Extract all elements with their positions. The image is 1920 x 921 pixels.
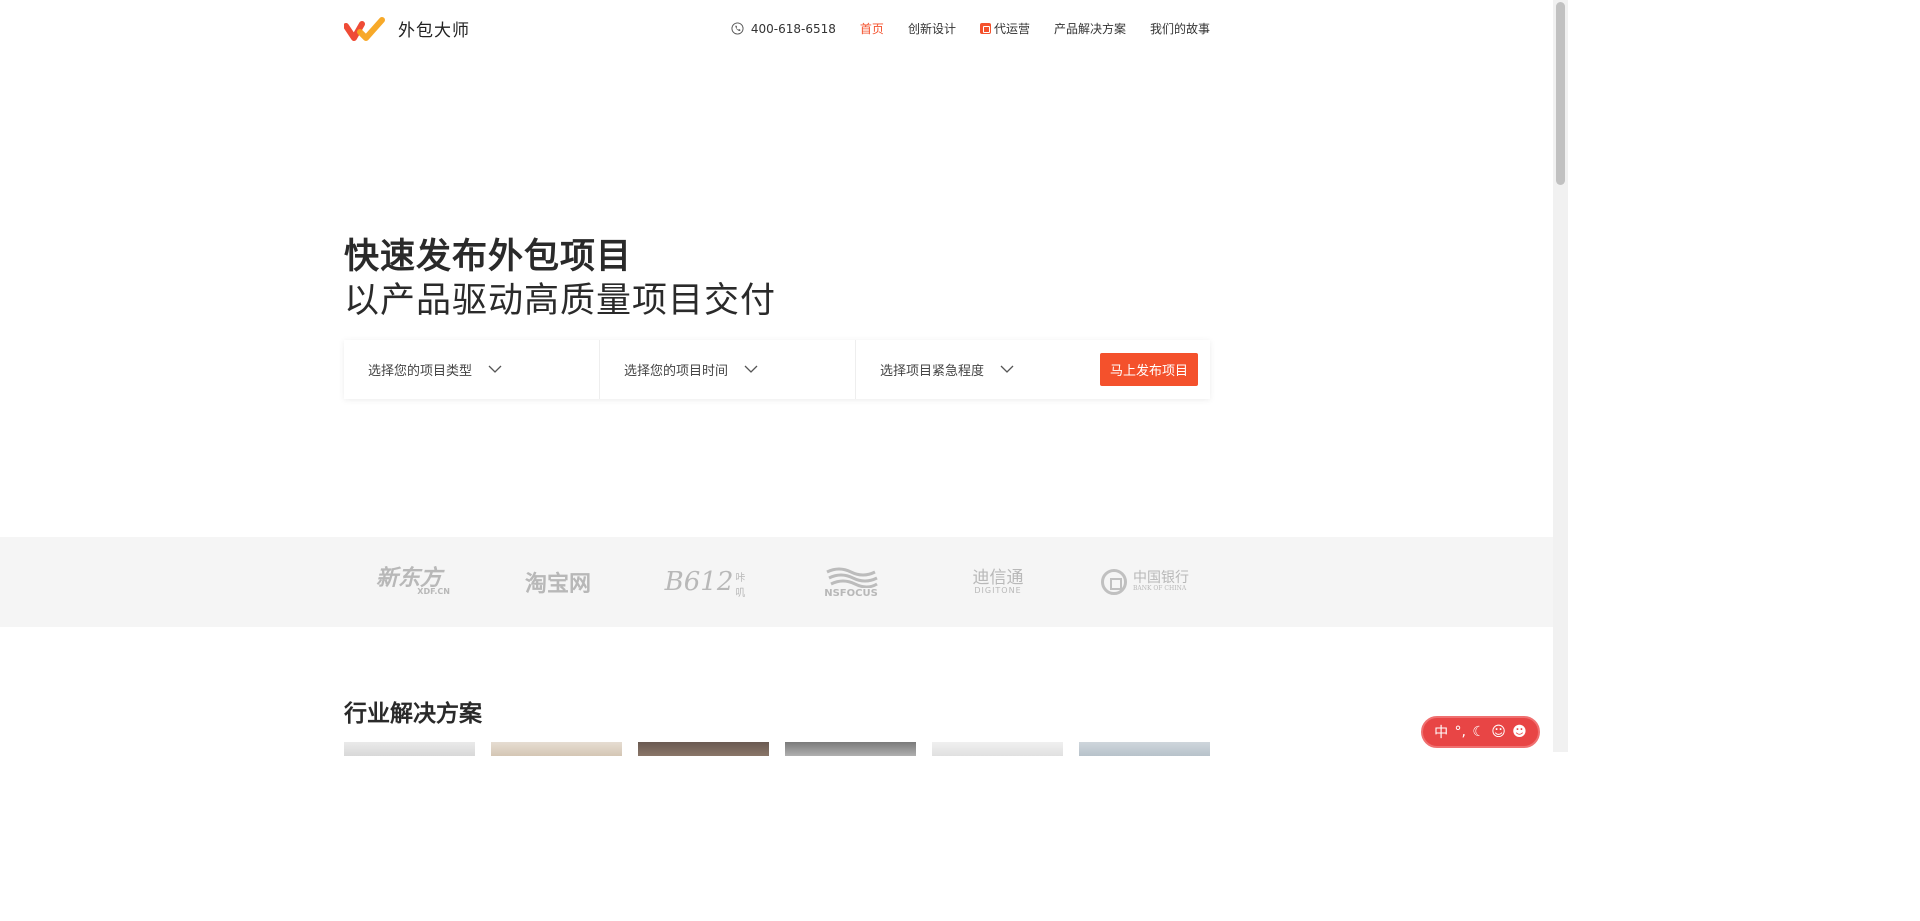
- boc-logo-text: 中国银行: [1133, 570, 1189, 586]
- client-logo-digitone: 迪信通 DIGITONE: [958, 537, 1038, 627]
- client-logo-boc: 中国银行 BANK OF CHINA: [1096, 537, 1194, 627]
- client-logo-xdf: 新东方 XDF.CN: [368, 537, 450, 627]
- brand-logo[interactable]: 外包大师: [344, 14, 470, 42]
- project-type-label: 选择您的项目类型: [368, 364, 473, 379]
- client-logo-taobao: 淘宝网: [524, 572, 591, 597]
- solution-thumbnail[interactable]: [344, 742, 475, 756]
- skin-icon[interactable]: ☻: [1512, 724, 1527, 740]
- solution-thumbnails: [344, 742, 1210, 756]
- solution-thumbnail[interactable]: [1079, 742, 1210, 756]
- main-nav: 400-618-6518 首页 创新设计 代运营 产品解决方案 我们的故事: [707, 20, 1210, 37]
- ime-punct[interactable]: °,: [1455, 724, 1466, 740]
- phone-text: 400-618-6518: [750, 21, 836, 36]
- nav-operation-label: 代运营: [993, 22, 1030, 36]
- project-type-select[interactable]: 选择您的项目类型: [344, 340, 600, 399]
- nav-home[interactable]: 首页: [860, 20, 884, 37]
- project-time-label: 选择您的项目时间: [624, 364, 729, 379]
- boc-emblem-icon: [1101, 569, 1127, 595]
- solution-thumbnail[interactable]: [638, 742, 769, 756]
- xdf-logo-sub: XDF.CN: [417, 587, 450, 596]
- project-urgency-select[interactable]: 选择项目紧急程度: [856, 340, 1100, 399]
- ime-mode[interactable]: 中: [1434, 722, 1448, 742]
- project-urgency-label: 选择项目紧急程度: [880, 364, 985, 379]
- moon-icon[interactable]: ☾: [1472, 724, 1485, 740]
- b612-logo-sub: 咔叽: [735, 573, 746, 599]
- phone-number[interactable]: 400-618-6518: [731, 22, 836, 36]
- chevron-down-icon: [488, 365, 502, 373]
- nav-operation[interactable]: 代运营: [979, 20, 1030, 37]
- nsfocus-logo-text: NSFOCUS: [824, 587, 878, 599]
- boc-logo-sub: BANK OF CHINA: [1133, 585, 1187, 593]
- flag-icon: [826, 567, 878, 588]
- project-form: 选择您的项目类型 选择您的项目时间 选择项目紧急程度 马上发布项目: [344, 340, 1210, 399]
- logo-mark-icon: [344, 17, 385, 41]
- nav-design[interactable]: 创新设计: [908, 20, 956, 37]
- section-title: 行业解决方案: [344, 701, 482, 727]
- client-logo-nsfocus: NSFOCUS: [816, 537, 886, 627]
- nav-story[interactable]: 我们的故事: [1150, 20, 1210, 37]
- operation-badge-icon: [979, 23, 991, 34]
- ime-toolbar[interactable]: 中 °, ☾ ☺ ☻: [1421, 716, 1540, 748]
- site-header: 外包大师 400-618-6518 首页 创新设计 代运营 产品解决方案 我们的…: [0, 0, 1553, 58]
- digitone-logo-text: 迪信通: [972, 567, 1024, 588]
- solution-thumbnail[interactable]: [491, 742, 622, 756]
- solution-thumbnail[interactable]: [932, 742, 1063, 756]
- hero-subtitle: 以产品驱动高质量项目交付: [344, 281, 777, 321]
- scrollbar-thumb[interactable]: [1556, 2, 1565, 185]
- digitone-logo-sub: DIGITONE: [974, 585, 1022, 595]
- chevron-down-icon: [1000, 365, 1014, 373]
- project-time-select[interactable]: 选择您的项目时间: [600, 340, 856, 399]
- nav-solutions[interactable]: 产品解决方案: [1054, 20, 1126, 37]
- client-logos: 新东方 XDF.CN 淘宝网 B612 咔叽 NSFOCUS 迪信通 DIGIT…: [0, 537, 1553, 627]
- emoji-icon[interactable]: ☺: [1491, 724, 1506, 740]
- solution-thumbnail[interactable]: [785, 742, 916, 756]
- b612-logo-text: B612: [664, 567, 734, 597]
- client-logo-b612: B612 咔叽: [665, 537, 746, 627]
- chevron-down-icon: [744, 365, 758, 373]
- brand-name: 外包大师: [398, 20, 470, 41]
- page-scrollbar[interactable]: [1553, 0, 1568, 752]
- phone-icon: [731, 22, 744, 35]
- publish-project-button[interactable]: 马上发布项目: [1100, 353, 1198, 386]
